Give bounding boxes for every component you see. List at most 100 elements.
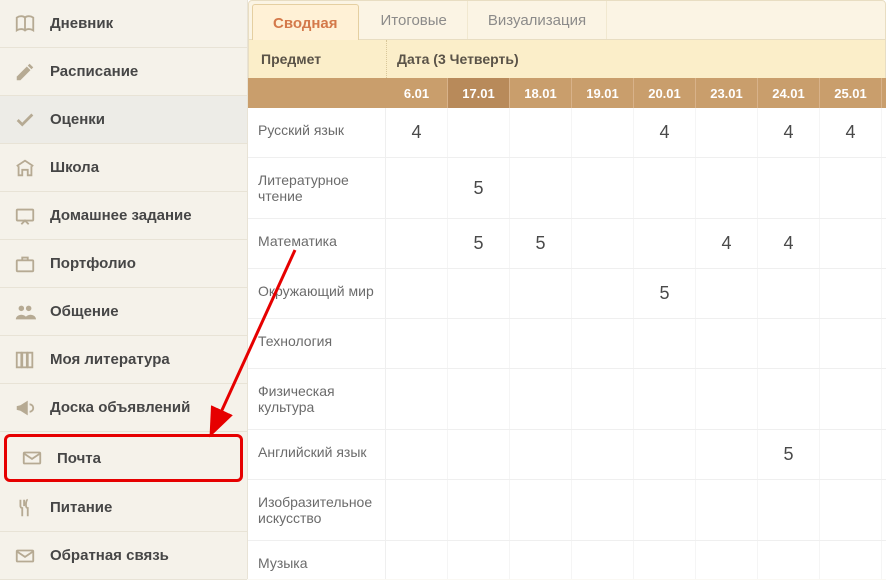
mark-cell[interactable]	[634, 319, 696, 368]
mark-cell[interactable]	[572, 430, 634, 479]
mark-cell[interactable]: 4	[758, 108, 820, 157]
mark-cell[interactable]	[634, 158, 696, 218]
mark-cell[interactable]	[820, 480, 882, 540]
mark-cell[interactable]	[448, 430, 510, 479]
date-header-3[interactable]: 19.01	[572, 78, 634, 108]
mark-cell[interactable]	[386, 219, 448, 268]
mark-cell[interactable]	[634, 219, 696, 268]
mark-cell[interactable]	[386, 541, 448, 579]
mark-cell[interactable]	[758, 541, 820, 579]
mark-cell[interactable]: 4	[634, 108, 696, 157]
mark-cell[interactable]	[572, 108, 634, 157]
mark-cell[interactable]	[510, 319, 572, 368]
mark-cell[interactable]	[510, 158, 572, 218]
mark-cell[interactable]	[386, 430, 448, 479]
mark-cell[interactable]	[572, 369, 634, 429]
sidebar-item-1[interactable]: Расписание	[0, 48, 247, 96]
mark-cell[interactable]	[386, 269, 448, 318]
mark-cell[interactable]	[696, 480, 758, 540]
mark-cell[interactable]	[448, 108, 510, 157]
mark-cell[interactable]	[448, 480, 510, 540]
sidebar-item-0[interactable]: Дневник	[0, 0, 247, 48]
sidebar-item-label: Общение	[50, 303, 119, 320]
subject-cell: Технология	[248, 319, 386, 368]
sidebar-item-8[interactable]: Доска объявлений	[0, 384, 247, 432]
mark-cell[interactable]	[386, 319, 448, 368]
date-header-7[interactable]: 25.01	[820, 78, 882, 108]
sidebar-item-label: Домашнее задание	[50, 207, 192, 224]
sidebar-item-10[interactable]: Питание	[0, 484, 247, 532]
mark-cell[interactable]	[820, 158, 882, 218]
mark-cell[interactable]	[696, 319, 758, 368]
mark-cell[interactable]	[696, 369, 758, 429]
sidebar-item-3[interactable]: Школа	[0, 144, 247, 192]
mark-cell[interactable]: 5	[510, 219, 572, 268]
mark-cell[interactable]	[510, 369, 572, 429]
mark-cell[interactable]	[386, 158, 448, 218]
mark-cell[interactable]	[448, 319, 510, 368]
date-header-4[interactable]: 20.01	[634, 78, 696, 108]
mark-cell[interactable]	[696, 430, 758, 479]
mark-cell[interactable]	[510, 269, 572, 318]
tab-0[interactable]: Сводная	[252, 4, 359, 41]
sidebar-item-4[interactable]: Домашнее задание	[0, 192, 247, 240]
sidebar-item-5[interactable]: Портфолио	[0, 240, 247, 288]
mark-cell[interactable]: 4	[696, 219, 758, 268]
mark-cell[interactable]	[510, 480, 572, 540]
date-header-0[interactable]: 6.01	[386, 78, 448, 108]
mark-cell[interactable]: 5	[448, 158, 510, 218]
mark-cell[interactable]: 5	[448, 219, 510, 268]
mark-cell[interactable]: 4	[386, 108, 448, 157]
sidebar-item-label: Дневник	[50, 15, 113, 32]
mark-cell[interactable]: 4	[758, 219, 820, 268]
mark-cell[interactable]	[634, 430, 696, 479]
mark-cell[interactable]	[448, 269, 510, 318]
mark-cell[interactable]	[758, 158, 820, 218]
mark-cell[interactable]	[510, 541, 572, 579]
mark-cell[interactable]	[696, 269, 758, 318]
mark-cell[interactable]	[758, 369, 820, 429]
mark-cell[interactable]	[634, 480, 696, 540]
tab-1[interactable]: Итоговые	[361, 1, 468, 39]
mark-cell[interactable]	[696, 158, 758, 218]
table-row: Английский язык5	[248, 430, 886, 480]
mark-cell[interactable]: 4	[820, 108, 882, 157]
mark-cell[interactable]	[572, 319, 634, 368]
mark-cell[interactable]	[820, 369, 882, 429]
mark-cell[interactable]	[696, 108, 758, 157]
sidebar-item-6[interactable]: Общение	[0, 288, 247, 336]
sidebar-item-2[interactable]: Оценки	[0, 96, 247, 144]
date-header-2[interactable]: 18.01	[510, 78, 572, 108]
mark-cell[interactable]	[510, 108, 572, 157]
date-header-5[interactable]: 23.01	[696, 78, 758, 108]
mark-cell[interactable]	[696, 541, 758, 579]
mark-cell[interactable]	[758, 480, 820, 540]
mark-cell[interactable]	[572, 269, 634, 318]
mark-cell[interactable]	[386, 369, 448, 429]
sidebar-item-9[interactable]: Почта	[4, 434, 243, 482]
mark-cell[interactable]	[820, 541, 882, 579]
mark-cell[interactable]	[634, 369, 696, 429]
mark-cell[interactable]	[634, 541, 696, 579]
mark-cell[interactable]	[820, 319, 882, 368]
date-header-6[interactable]: 24.01	[758, 78, 820, 108]
mark-cell[interactable]	[572, 158, 634, 218]
mark-cell[interactable]	[820, 219, 882, 268]
mark-cell[interactable]	[572, 219, 634, 268]
mark-cell[interactable]: 5	[758, 430, 820, 479]
mark-cell[interactable]	[572, 480, 634, 540]
mark-cell[interactable]	[758, 319, 820, 368]
tab-2[interactable]: Визуализация	[468, 1, 607, 39]
mark-cell[interactable]	[448, 369, 510, 429]
mark-cell[interactable]	[386, 480, 448, 540]
mark-cell[interactable]	[448, 541, 510, 579]
mark-cell[interactable]	[510, 430, 572, 479]
date-header-1[interactable]: 17.01	[448, 78, 510, 108]
mark-cell[interactable]	[758, 269, 820, 318]
sidebar-item-11[interactable]: Обратная связь	[0, 532, 247, 580]
mark-cell[interactable]	[820, 269, 882, 318]
mark-cell[interactable]	[820, 430, 882, 479]
mark-cell[interactable]	[572, 541, 634, 579]
mark-cell[interactable]: 5	[634, 269, 696, 318]
sidebar-item-7[interactable]: Моя литература	[0, 336, 247, 384]
